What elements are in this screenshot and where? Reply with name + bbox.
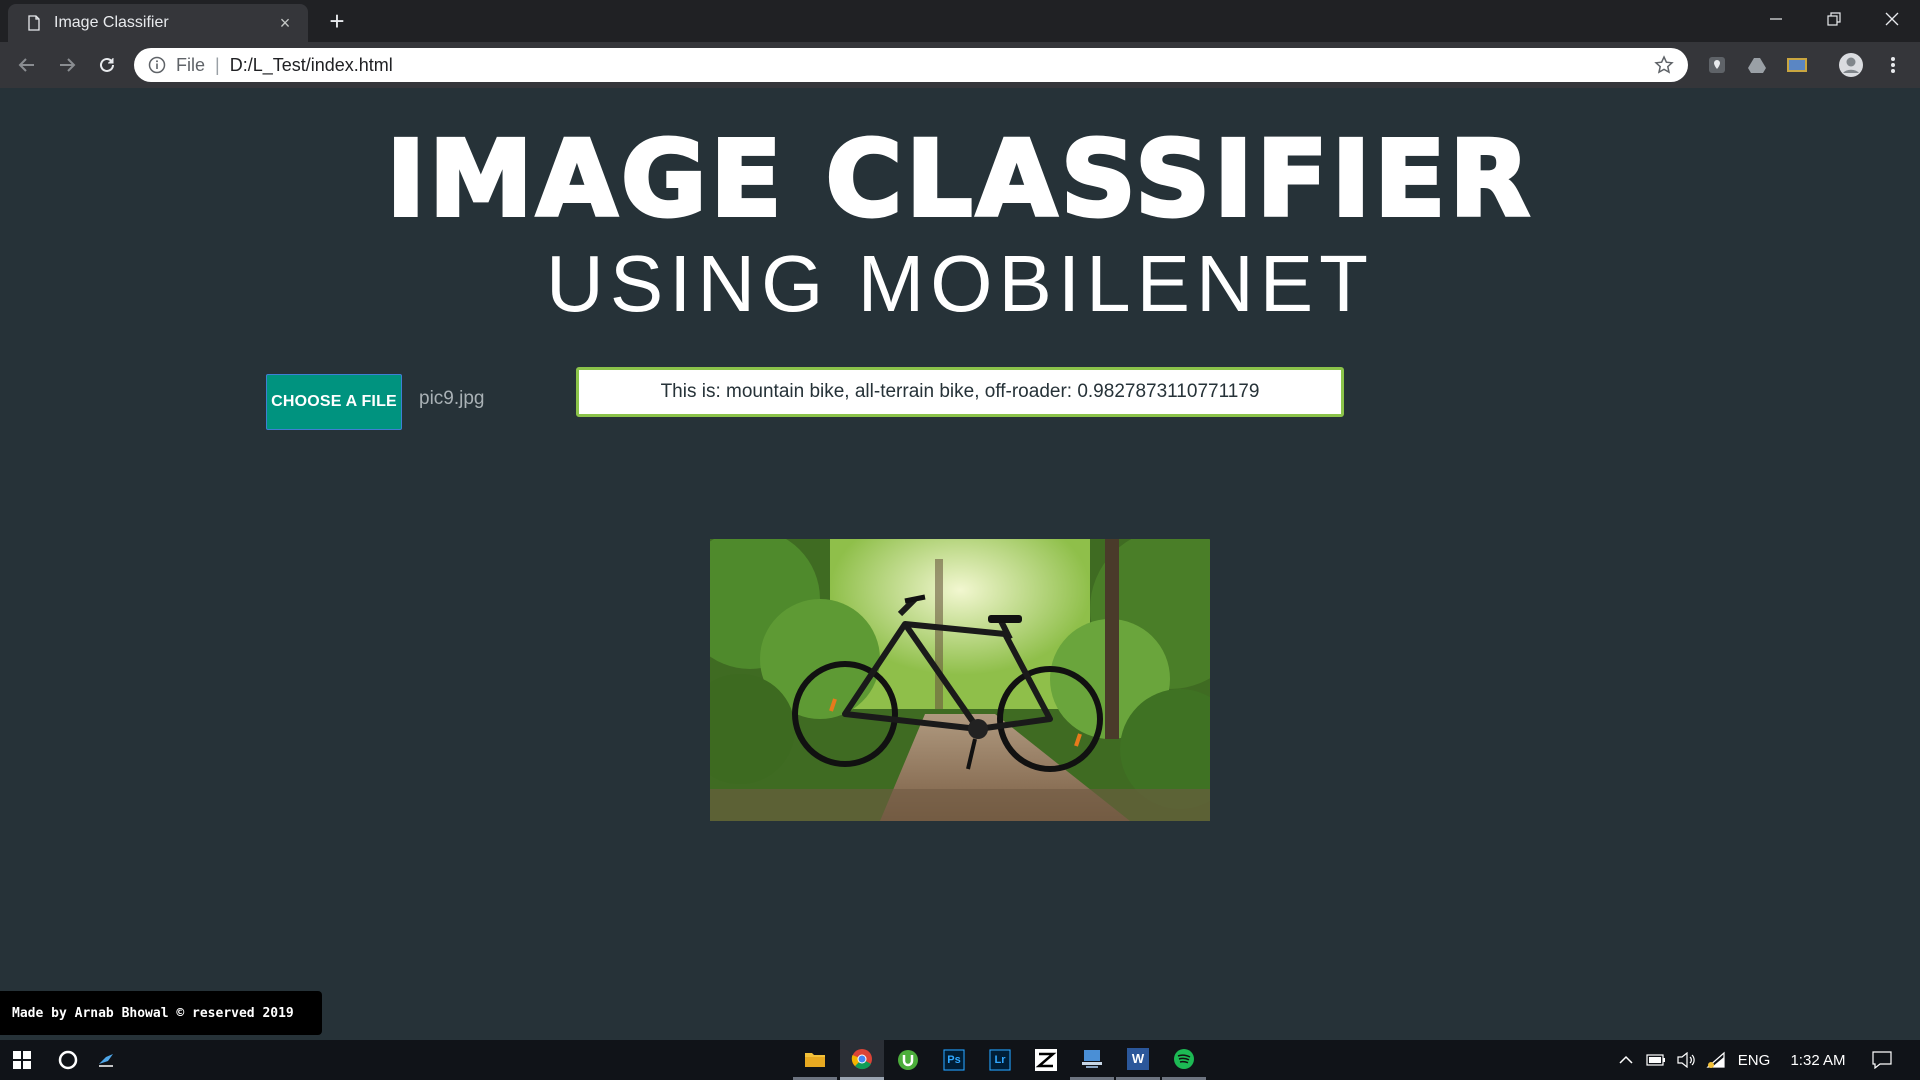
info-icon[interactable] (148, 56, 166, 74)
lightroom-letters: Lr (994, 1054, 1006, 1066)
clock[interactable]: 1:32 AM (1782, 1040, 1854, 1080)
drive-extension-icon[interactable] (1744, 52, 1770, 78)
url-separator: | (215, 54, 220, 75)
photoshop-letters: Ps (947, 1054, 961, 1066)
zeplin-icon[interactable] (1024, 1040, 1068, 1080)
address-bar[interactable]: File | D:/L_Test/index.html (134, 48, 1688, 82)
utorrent-icon[interactable] (886, 1040, 930, 1080)
battery-icon[interactable] (1642, 1040, 1670, 1080)
browser-tab[interactable]: Image Classifier × (8, 4, 308, 42)
close-window-icon[interactable] (1864, 0, 1920, 38)
footer-credit: Made by Arnab Bhowal © reserved 2019 (0, 991, 322, 1035)
browser-tab-strip: Image Classifier × + (0, 0, 1920, 42)
file-explorer-icon[interactable] (793, 1040, 837, 1080)
selected-file-name: pic9.jpg (419, 388, 485, 409)
chrome-icon[interactable] (840, 1040, 884, 1080)
language-indicator[interactable]: ENG (1734, 1040, 1774, 1080)
bookmark-star-icon[interactable] (1654, 55, 1674, 75)
page-subtitle: USING MOBILENET (546, 239, 1374, 328)
clock-time: 1:32 AM (1790, 1051, 1846, 1069)
prediction-result-box: This is: mountain bike, all-terrain bike… (576, 367, 1344, 417)
minimize-icon[interactable] (1748, 0, 1804, 38)
menu-kebab-icon[interactable] (1880, 52, 1906, 78)
new-tab-button[interactable]: + (322, 8, 352, 38)
page-content: IMAGE CLASSIFIER USING MOBILENET CHOOSE … (0, 88, 1920, 1040)
windows-taskbar: Ps Lr W ENG 1:32 AM (0, 1040, 1920, 1080)
volume-icon[interactable] (1672, 1040, 1700, 1080)
windows-start-icon[interactable] (0, 1040, 44, 1080)
page-title: IMAGE CLASSIFIER (384, 116, 1534, 242)
network-app-icon[interactable] (1070, 1040, 1114, 1080)
url-text[interactable]: D:/L_Test/index.html (230, 55, 1654, 76)
page-document-icon (28, 15, 40, 31)
back-arrow-icon[interactable] (12, 50, 42, 80)
choose-file-button[interactable]: CHOOSE A FILE (266, 374, 402, 430)
photo-extension-icon[interactable] (1784, 52, 1810, 78)
photoshop-icon[interactable]: Ps (932, 1040, 976, 1080)
tab-close-icon[interactable]: × (274, 13, 296, 34)
forward-arrow-icon[interactable] (52, 50, 82, 80)
profile-avatar-icon[interactable] (1838, 52, 1864, 78)
word-icon[interactable]: W (1116, 1040, 1160, 1080)
action-center-icon[interactable] (1862, 1040, 1902, 1080)
wifi-icon[interactable] (1702, 1040, 1730, 1080)
maps-extension-icon[interactable] (1704, 52, 1730, 78)
word-letter: W (1131, 1051, 1145, 1066)
tray-overflow-chevron-icon[interactable] (1612, 1040, 1640, 1080)
pinned-app-icon[interactable] (84, 1040, 128, 1080)
tab-title: Image Classifier (54, 14, 169, 31)
browser-toolbar: File | D:/L_Test/index.html (0, 42, 1920, 88)
url-scheme-label: File (176, 54, 206, 75)
reload-icon[interactable] (92, 50, 122, 80)
restore-icon[interactable] (1806, 0, 1862, 38)
spotify-icon[interactable] (1162, 1040, 1206, 1080)
prediction-result-text: This is: mountain bike, all-terrain bike… (660, 381, 1260, 402)
language-text: ENG (1737, 1051, 1771, 1069)
lightroom-icon[interactable]: Lr (978, 1040, 1022, 1080)
uploaded-image-preview (710, 539, 1210, 821)
